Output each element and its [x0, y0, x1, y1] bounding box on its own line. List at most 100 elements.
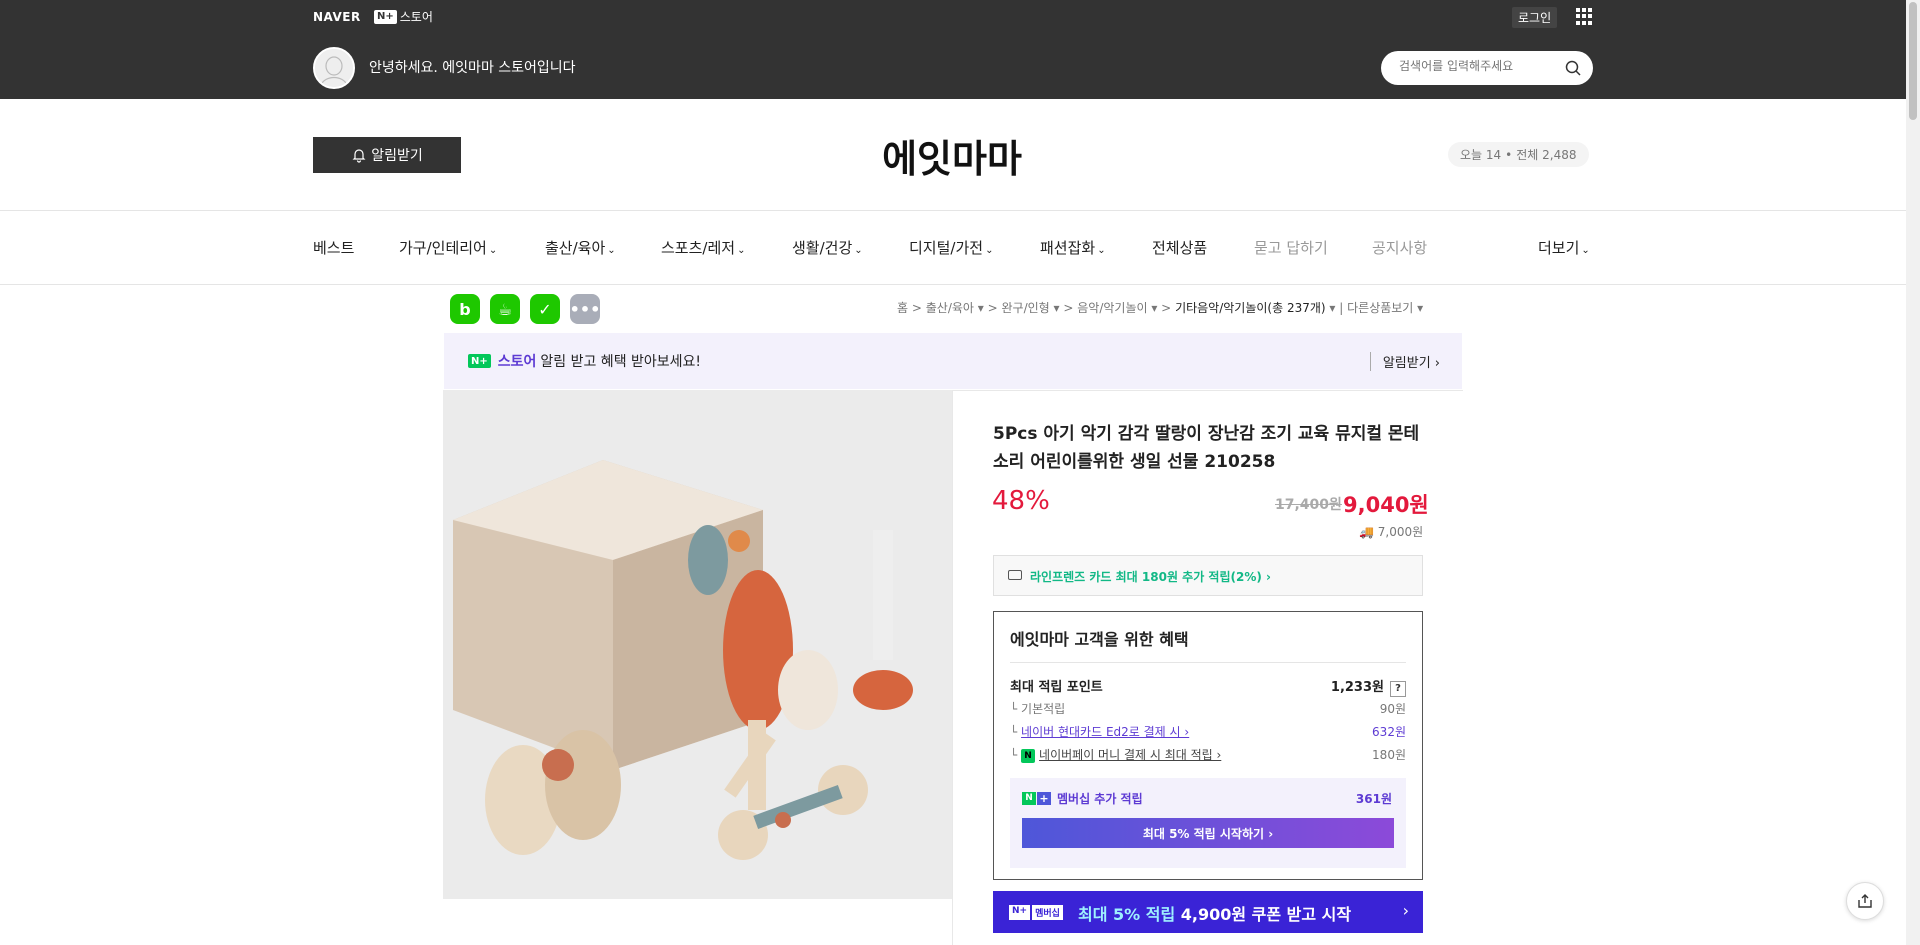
store-greeting: 안녕하세요. 에잇마마 스토어입니다 — [369, 60, 576, 76]
nav-item-sports[interactable]: 스포츠/레저 ⌄ — [661, 237, 745, 258]
bookmark-share-icon[interactable]: ✓ — [530, 294, 560, 324]
membership-coupon-banner[interactable]: N+ 멤버십 최대 5% 적립 4,900원 쿠폰 받고 시작 › — [993, 891, 1423, 933]
store-title[interactable]: 에잇마마 — [780, 128, 1124, 183]
divider — [0, 284, 1920, 285]
card-promo[interactable]: 라인프렌즈 카드 최대 180원 추가 적립(2%) › — [993, 555, 1423, 596]
top-bar: NAVER N+ 스토어 로그인 안녕하세요. 에잇마마 스토어입니다 — [0, 0, 1920, 99]
apps-grid-icon[interactable] — [1576, 8, 1593, 25]
nav-item-best[interactable]: 베스트 — [313, 237, 354, 258]
alert-promo-banner[interactable]: N+ 스토어 알림 받고 혜택 받아보세요! 알림받기 › — [444, 333, 1462, 389]
breadcrumb-other[interactable]: 다른상품보기 — [1347, 301, 1413, 315]
discount-rate: 48% — [992, 486, 1050, 516]
nplus-logo-icon: N+ — [468, 354, 491, 368]
store-alert-button[interactable]: 알림받기 — [313, 137, 461, 173]
share-icon — [1858, 894, 1872, 908]
category-nav: 베스트 가구/인테리어 ⌄ 출산/육아 ⌄ 스포츠/레저 ⌄ 생활/건강 ⌄ 디지털/가… — [0, 237, 1920, 259]
nav-item-furniture[interactable]: 가구/인테리어 ⌄ — [399, 237, 497, 258]
max-point-label: 최대 적립 포인트 — [1010, 680, 1103, 695]
membership-box: N + 멤버십 추가 적립 361원 최대 5% 적립 시작하기 › — [1010, 778, 1406, 868]
more-share-icon[interactable]: ••• — [570, 294, 600, 324]
visitor-count: 오늘 14 • 전체 2,488 — [1448, 142, 1589, 167]
chevron-right-icon: › — [1402, 901, 1409, 920]
original-price: 17,400원 — [1275, 497, 1342, 513]
breadcrumb-c3[interactable]: 음악/악기놀이 — [1077, 301, 1147, 315]
card-point-link[interactable]: 네이버 현대카드 Ed2로 결제 시 › — [1021, 725, 1189, 739]
card-promo-text: 라인프렌즈 카드 최대 180원 추가 적립(2%) › — [1030, 570, 1271, 584]
share-icons: b ☕ ✓ ••• — [450, 294, 600, 324]
membership-label-wrap: N + 멤버십 추가 적립 — [1022, 790, 1143, 807]
membership-start-button[interactable]: 최대 5% 적립 시작하기 › — [1022, 818, 1394, 848]
help-icon[interactable]: ? — [1390, 681, 1406, 697]
banner-message: 알림 받고 혜택 받아보세요! — [540, 354, 702, 370]
card-point-row[interactable]: └ 네이버 현대카드 Ed2로 결제 시 › 632원 — [1010, 723, 1406, 740]
banner-store: 스토어 — [497, 354, 537, 370]
nplus-logo-icon: N+ — [374, 9, 397, 24]
scrollbar-thumb[interactable] — [1909, 2, 1917, 120]
max-point-row: 최대 적립 포인트 1,233원? — [1010, 676, 1406, 697]
search-icon[interactable] — [1565, 60, 1581, 76]
shipping-fee: 🚚 7,000원 — [1359, 525, 1424, 539]
membership-label: 멤버십 추가 적립 — [1057, 792, 1143, 806]
blog-share-icon[interactable]: b — [450, 294, 480, 324]
visit-dot: • — [1505, 147, 1513, 162]
breadcrumb-c4[interactable]: 기타음악/악기놀이(총 237개) — [1175, 301, 1326, 315]
banner-text: N+ 스토어 알림 받고 혜택 받아보세요! — [468, 351, 701, 371]
cafe-share-icon[interactable]: ☕ — [490, 294, 520, 324]
credit-card-icon — [1008, 570, 1022, 580]
nplus-membership-icon: N + — [1022, 792, 1051, 805]
product-title: 5Pcs 아기 악기 감각 딸랑이 장난감 조기 교육 뮤지컬 몬테소리 어린이… — [993, 424, 1420, 472]
divider — [0, 210, 1920, 211]
bell-plus-icon — [352, 149, 366, 163]
visit-today: 오늘 14 — [1460, 148, 1502, 162]
basic-point-label: 기본적립 — [1021, 702, 1066, 716]
membership-value: 361원 — [1355, 792, 1392, 806]
breadcrumb: 홈 > 출산/육아 ▾ > 완구/인형 ▾ > 음악/악기놀이 ▾ > 기타음악… — [897, 301, 1424, 315]
nav-item-notice[interactable]: 공지사항 — [1372, 237, 1427, 258]
visit-total: 전체 2,488 — [1516, 148, 1577, 162]
card-point-value: 632원 — [1372, 725, 1406, 739]
store-alert-label: 알림받기 — [371, 148, 423, 164]
divider — [1010, 662, 1406, 663]
naver-logo[interactable]: NAVER — [313, 10, 361, 24]
max-point-value: 1,233원? — [1331, 676, 1406, 697]
breadcrumb-c1[interactable]: 출산/육아 — [926, 301, 974, 315]
benefit-box: 에잇마마 고객을 위한 혜택 최대 적립 포인트 1,233원? └ 기본적립 … — [993, 611, 1423, 880]
share-float-button[interactable] — [1846, 882, 1884, 920]
page-scrollbar[interactable] — [1906, 0, 1920, 945]
login-button[interactable]: 로그인 — [1512, 7, 1558, 28]
nplus-store-link[interactable]: N+ 스토어 — [374, 8, 433, 25]
nav-item-more[interactable]: 더보기 ⌄ — [1538, 237, 1590, 258]
chevron-down-icon: ⌄ — [1581, 245, 1590, 256]
sale-price: 9,040원 — [1343, 493, 1429, 517]
basic-point-row: └ 기본적립 90원 — [1010, 702, 1406, 716]
search-box[interactable] — [1381, 51, 1593, 85]
nav-item-all-products[interactable]: 전체상품 — [1152, 237, 1207, 258]
breadcrumb-home[interactable]: 홈 — [897, 301, 908, 315]
search-input[interactable] — [1399, 59, 1559, 73]
nav-item-digital[interactable]: 디지털/가전 ⌄ — [909, 237, 993, 258]
chevron-down-icon: ⌄ — [854, 245, 863, 256]
chevron-down-icon: ⌄ — [985, 245, 994, 256]
product-image[interactable] — [443, 390, 952, 899]
chevron-down-icon: ⌄ — [488, 245, 498, 256]
truck-icon: 🚚 — [1359, 525, 1378, 539]
breadcrumb-c2[interactable]: 완구/인형 — [1001, 301, 1049, 315]
nav-item-living[interactable]: 생활/건강 ⌄ — [792, 237, 863, 258]
nav-item-baby[interactable]: 출산/육아 ⌄ — [545, 237, 616, 258]
basic-point-value: 90원 — [1379, 702, 1406, 716]
npay-point-link[interactable]: 네이버페이 머니 결제 시 최대 적립 › — [1039, 748, 1221, 762]
banner-alert-link[interactable]: 알림받기 › — [1369, 352, 1440, 371]
store-avatar[interactable] — [313, 47, 355, 89]
divider — [952, 390, 953, 945]
npay-point-row[interactable]: └ N 네이버페이 머니 결제 시 최대 적립 › 180원 — [1010, 746, 1406, 763]
nplus-store-label: 스토어 — [399, 10, 433, 24]
npay-point-value: 180원 — [1372, 748, 1406, 762]
coupon-text: 최대 5% 적립 4,900원 쿠폰 받고 시작 — [1078, 905, 1352, 924]
chevron-down-icon: ⌄ — [1097, 245, 1106, 256]
benefit-title: 에잇마마 고객을 위한 혜택 — [1010, 630, 1189, 649]
membership-badge: N+ 멤버십 — [1009, 905, 1063, 920]
nav-item-qna[interactable]: 묻고 답하기 — [1254, 237, 1328, 258]
nav-item-fashion[interactable]: 패션잡화 ⌄ — [1040, 237, 1106, 258]
npay-icon: N — [1021, 748, 1036, 763]
chevron-down-icon: ⌄ — [737, 245, 746, 256]
